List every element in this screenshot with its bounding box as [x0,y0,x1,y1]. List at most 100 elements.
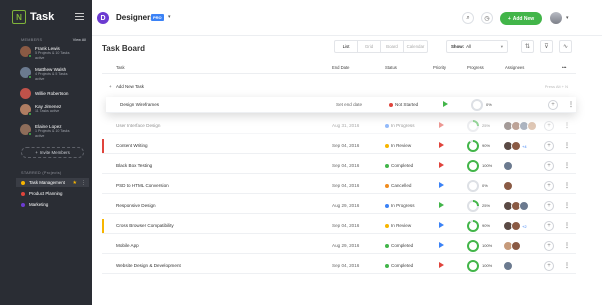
member-item[interactable]: Willie Robertson [20,88,68,99]
task-name[interactable]: Cross Browser Compatibility [116,223,174,228]
user-avatar[interactable] [550,12,562,24]
more-options-icon[interactable]: ⋮ [564,262,570,269]
add-task-row[interactable]: + Add New Task Press Alt + N [102,80,576,94]
add-assignee-button[interactable]: + [544,241,554,251]
task-end-date[interactable]: Sep 04, 2016 [332,263,359,268]
chevron-down-icon[interactable]: ▾ [168,14,171,20]
task-name[interactable]: Mobile App [116,243,139,248]
table-row[interactable]: User Interface Design Aug 31, 2016 In Pr… [102,118,576,134]
task-status[interactable]: Not Started [389,102,418,107]
task-name[interactable]: Design Wireframes [120,102,159,107]
more-assignees-count[interactable]: +4 [522,144,527,149]
task-status[interactable]: In Progress [385,203,415,208]
add-assignee-button[interactable]: + [544,221,554,231]
chevron-down-icon[interactable]: ▾ [566,15,569,21]
priority-flag-icon[interactable] [443,101,448,107]
add-assignee-button[interactable]: + [544,181,554,191]
assignee-avatar[interactable] [511,241,521,251]
activity-icon[interactable]: ∿ [559,40,572,53]
member-item[interactable]: Frank Lewis 5 Projects & 10 Tasks active [20,46,70,60]
task-status[interactable]: In Progress [385,123,415,128]
table-row[interactable]: Cross Browser Compatibility Sep 04, 2016… [102,218,576,234]
brand[interactable]: N Task [12,10,54,24]
more-options-icon[interactable]: ⋮ [564,222,570,229]
task-end-date[interactable]: Aug 29, 2016 [332,243,359,248]
more-options-icon[interactable]: ⋮ [564,122,570,129]
task-status[interactable]: In Review [385,143,411,148]
assignee-avatar[interactable] [527,121,537,131]
task-name[interactable]: Responsive Design [116,203,156,208]
table-row[interactable]: Mobile App Aug 29, 2016 Completed 100% +… [102,238,576,254]
task-status[interactable]: In Review [385,223,411,228]
starred-project-product-planning[interactable]: Product Planning [21,191,87,196]
filter-icon[interactable]: ⊽ [540,40,553,53]
assignee-avatar[interactable] [503,181,513,191]
table-row[interactable]: Responsive Design Aug 29, 2016 In Progre… [102,198,576,214]
task-status[interactable]: Completed [385,163,413,168]
more-options-icon[interactable]: ⋮ [564,162,570,169]
tab-list[interactable]: List [335,41,358,52]
table-row[interactable]: Black Box Testing Sep 04, 2016 Completed… [102,158,576,174]
task-end-date[interactable]: Sep 04, 2016 [332,143,359,148]
more-options-icon[interactable]: ⋮ [81,180,86,186]
priority-flag-icon[interactable] [439,242,444,248]
priority-flag-icon[interactable] [439,182,444,188]
add-assignee-button[interactable]: + [544,261,554,271]
table-row[interactable]: Website Design & Development Sep 04, 201… [102,258,576,274]
table-row[interactable]: PSD to HTML Conversion Sep 04, 2016 Canc… [102,178,576,194]
search-icon[interactable]: ⌕ [462,12,474,24]
add-assignee-button[interactable]: + [544,121,554,131]
task-end-date[interactable]: Sep 04, 2016 [332,223,359,228]
assignee-avatar[interactable] [511,221,521,231]
task-end-date[interactable]: Sep 04, 2016 [332,183,359,188]
more-options-icon[interactable]: ⋮ [564,142,570,149]
task-status[interactable]: Cancelled [385,183,411,188]
member-item[interactable]: Matthew Walsh 4 Projects & 5 Tasks activ… [20,67,68,81]
assignee-avatar[interactable] [503,261,513,271]
task-name[interactable]: Content Writing [116,143,148,148]
priority-flag-icon[interactable] [439,222,444,228]
assignee-avatar[interactable] [519,201,529,211]
column-header-end-date[interactable]: End Date [332,65,349,70]
task-end-date[interactable]: Sep 04, 2016 [332,163,359,168]
tab-board[interactable]: Board [381,41,404,52]
task-name[interactable]: User Interface Design [116,123,160,128]
task-name[interactable]: Website Design & Development [116,263,181,268]
star-icon[interactable]: ★ [73,180,77,186]
member-item[interactable]: Kay Jimenez 11 Tasks active [20,104,61,116]
add-assignee-button[interactable]: + [548,100,558,110]
more-options-icon[interactable]: ⋮ [564,242,570,249]
column-header-priority[interactable]: Priority [433,65,446,70]
more-options-icon[interactable]: ⋮ [564,182,570,189]
priority-flag-icon[interactable] [439,122,444,128]
task-status[interactable]: Completed [385,263,413,268]
priority-flag-icon[interactable] [439,202,444,208]
starred-project-marketing[interactable]: Marketing [21,202,87,207]
priority-flag-icon[interactable] [439,262,444,268]
hamburger-menu-icon[interactable] [75,13,84,20]
column-header-status[interactable]: Status [385,65,397,70]
task-end-date[interactable]: Aug 31, 2016 [332,123,359,128]
member-item[interactable]: Elaine Lopez 1 Projects & 10 Tasks activ… [20,124,70,138]
invite-members-button[interactable]: + Invite Members [21,147,84,158]
task-end-date[interactable]: Set end date [336,102,362,107]
assignee-avatar[interactable] [511,141,521,151]
project-avatar[interactable]: D [97,12,109,24]
task-name[interactable]: Black Box Testing [116,163,152,168]
tab-grid[interactable]: Grid [358,41,381,52]
table-row[interactable]: Content Writing Sep 04, 2016 In Review 9… [102,138,576,154]
column-header-assignees[interactable]: Assignees [505,65,524,70]
more-options-icon[interactable]: ••• [562,65,566,70]
task-status[interactable]: Completed [385,243,413,248]
show-filter-select[interactable]: Show: All ▾ [446,40,508,53]
more-options-icon[interactable]: ⋮ [564,202,570,209]
add-assignee-button[interactable]: + [544,141,554,151]
table-row[interactable]: Design Wireframes Set end date Not Start… [106,97,576,113]
tab-calendar[interactable]: Calendar [404,41,427,52]
add-assignee-button[interactable]: + [544,161,554,171]
add-new-button[interactable]: + Add New [500,12,542,25]
priority-flag-icon[interactable] [439,142,444,148]
column-header-progress[interactable]: Progress [467,65,484,70]
add-assignee-button[interactable]: + [544,201,554,211]
priority-flag-icon[interactable] [439,162,444,168]
